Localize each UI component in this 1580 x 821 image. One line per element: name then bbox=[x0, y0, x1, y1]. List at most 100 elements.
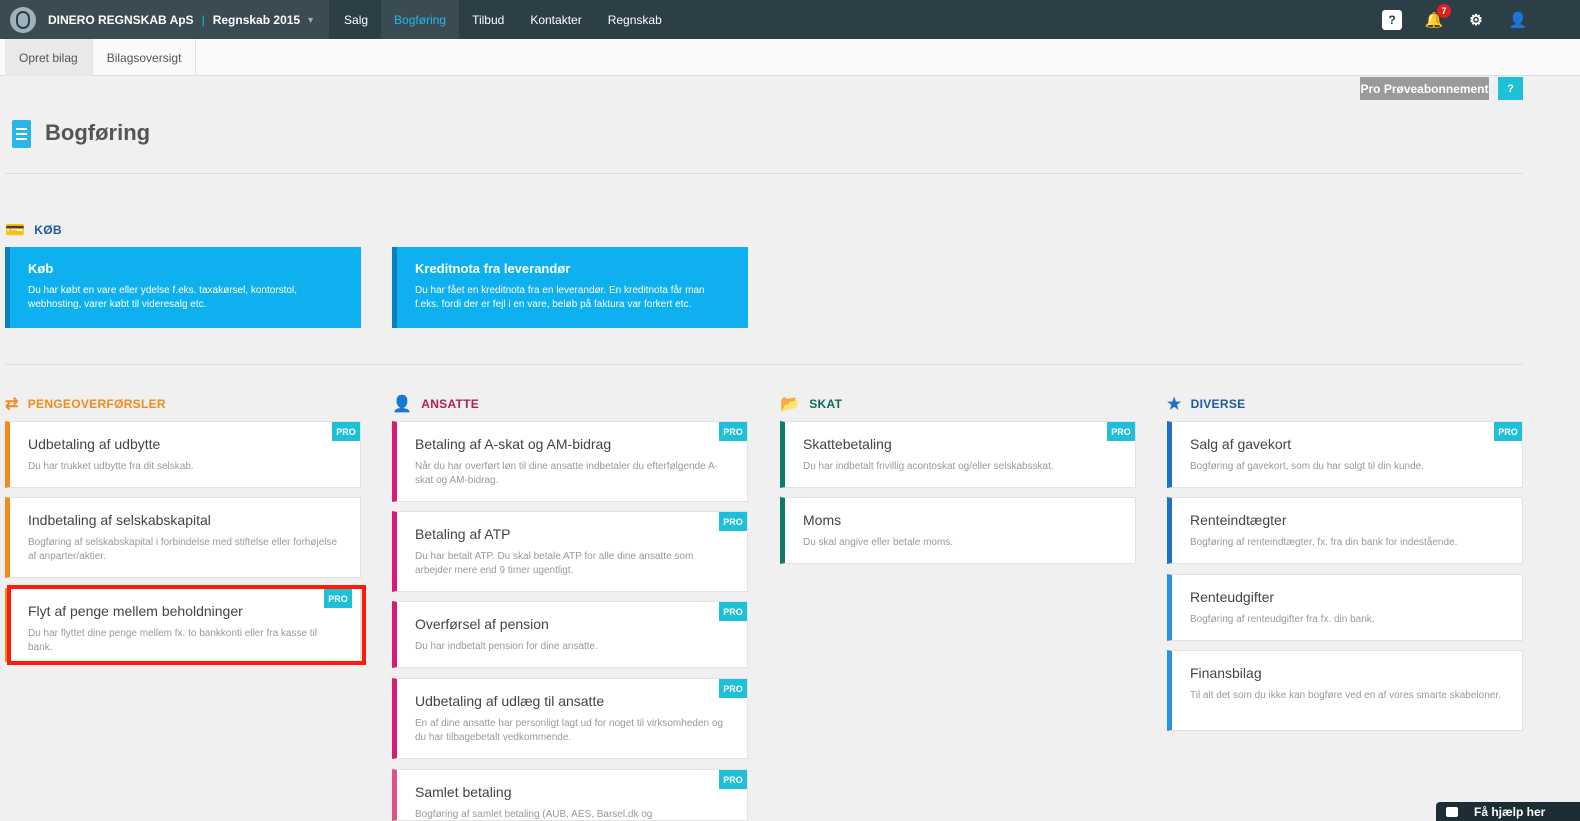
top-navigation-bar: DINERO REGNSKAB ApS | Regnskab 2015 ▼ Sa… bbox=[0, 0, 1580, 39]
card-description: Bogføring af samlet betaling (AUB, AES, … bbox=[415, 809, 653, 820]
credit-card-icon: 💳 bbox=[5, 222, 26, 239]
card-description: Du har flyttet dine penge mellem fx. to … bbox=[28, 628, 318, 653]
sub-navigation: Opret bilag Bilagsoversigt bbox=[0, 39, 1580, 76]
user-account-icon[interactable]: 👤 bbox=[1508, 10, 1528, 30]
card-title: Skattebetaling bbox=[803, 436, 892, 452]
card-description: Til alt det som du ikke kan bogføre ved … bbox=[1190, 690, 1501, 701]
divider bbox=[5, 364, 1523, 365]
pro-badge: PRO bbox=[324, 589, 352, 608]
card-kob[interactable]: Køb Du har købt en vare eller ydelse f.e… bbox=[5, 247, 361, 328]
card-description: Du har fået en kreditnota fra en leveran… bbox=[415, 285, 705, 310]
card-description: Bogføring af renteudgifter fra fx. din b… bbox=[1190, 614, 1375, 625]
card-udlaeg[interactable]: PRO Udbetaling af udlæg til ansatte En a… bbox=[392, 678, 748, 759]
card-skattebetaling[interactable]: PRO Skattebetaling Du har indbetalt friv… bbox=[780, 421, 1136, 488]
card-title: Indbetaling af selskabskapital bbox=[28, 512, 211, 528]
page-header: Bogføring bbox=[9, 118, 150, 148]
pro-badge: PRO bbox=[719, 422, 747, 441]
card-kreditnota[interactable]: Kreditnota fra leverandør Du har fået en… bbox=[392, 247, 748, 328]
pro-badge: PRO bbox=[1107, 422, 1135, 441]
card-title: Renteudgifter bbox=[1190, 589, 1275, 605]
card-flyt-af-penge[interactable]: PRO Flyt af penge mellem beholdninger Du… bbox=[5, 588, 361, 662]
section-skat-header: 📂 SKAT bbox=[780, 394, 842, 414]
card-a-skat[interactable]: PRO Betaling af A-skat og AM-bidrag Når … bbox=[392, 421, 748, 502]
card-title: Samlet betaling bbox=[415, 784, 512, 800]
company-name: DINERO REGNSKAB ApS bbox=[48, 12, 194, 27]
card-moms[interactable]: Moms Du skal angive eller betale moms. bbox=[780, 497, 1136, 564]
main-nav: Salg Bogføring Tilbud Kontakter Regnskab bbox=[331, 0, 675, 39]
bell-icon[interactable]: 🔔 7 bbox=[1424, 3, 1451, 30]
card-description: Bogføring af gavekort, som du har solgt … bbox=[1190, 461, 1425, 472]
chat-bubble-icon bbox=[1446, 806, 1458, 817]
pro-badge: PRO bbox=[719, 602, 747, 621]
exchange-arrows-icon: ⇄ bbox=[5, 396, 19, 413]
card-title: Flyt af penge mellem beholdninger bbox=[28, 603, 243, 619]
card-title: Udbetaling af udbytte bbox=[28, 436, 161, 452]
card-indbetaling-selskabskapital[interactable]: Indbetaling af selskabskapital Bogføring… bbox=[5, 497, 361, 578]
card-description: Bogføring af selskabskapital i forbindel… bbox=[28, 537, 338, 562]
section-title: ANSATTE bbox=[421, 397, 480, 411]
card-renteindtaegter[interactable]: Renteindtægter Bogføring af renteindtægt… bbox=[1167, 497, 1523, 564]
document-icon bbox=[9, 118, 31, 148]
card-description: Du har købt en vare eller ydelse f.eks. … bbox=[28, 285, 297, 310]
pro-badge: PRO bbox=[719, 512, 747, 531]
pro-trial-button[interactable]: Pro Prøveabonnement bbox=[1360, 77, 1489, 100]
folder-open-icon: 📂 bbox=[780, 396, 801, 413]
nav-tilbud[interactable]: Tilbud bbox=[459, 0, 517, 39]
pro-badge: PRO bbox=[332, 422, 360, 441]
help-chat-button[interactable]: Få hjælp her bbox=[1436, 802, 1580, 821]
dinero-logo-icon bbox=[10, 6, 36, 33]
nav-regnskab[interactable]: Regnskab bbox=[595, 0, 675, 39]
page-title: Bogføring bbox=[45, 120, 151, 145]
section-title: PENGEOVERFØRSLER bbox=[27, 397, 166, 411]
tab-bilagsoversigt[interactable]: Bilagsoversigt bbox=[93, 39, 197, 76]
card-description: Bogføring af renteindtægter, fx. fra din… bbox=[1190, 537, 1458, 548]
help-icon[interactable]: ? bbox=[1382, 9, 1402, 30]
pro-badge: PRO bbox=[1494, 422, 1522, 441]
card-samlet-betaling[interactable]: PRO Samlet betaling Bogføring af samlet … bbox=[392, 769, 748, 821]
notification-badge: 7 bbox=[1437, 3, 1451, 18]
top-icons: ? 🔔 7 ⚙ 👤 bbox=[1360, 0, 1528, 39]
section-kob-header: 💳 KØB bbox=[5, 220, 62, 240]
card-udbetaling-udbytte[interactable]: PRO Udbetaling af udbytte Du har trukket… bbox=[5, 421, 361, 488]
card-pension[interactable]: PRO Overførsel af pension Du har indbeta… bbox=[392, 601, 748, 668]
card-title: Køb bbox=[28, 261, 54, 276]
section-title: DIVERSE bbox=[1190, 397, 1246, 411]
card-title: Betaling af A-skat og AM-bidrag bbox=[415, 436, 612, 452]
nav-salg[interactable]: Salg bbox=[331, 0, 381, 39]
chevron-down-icon: ▼ bbox=[306, 14, 316, 25]
card-description: En af dine ansatte har personligt lagt u… bbox=[415, 718, 723, 743]
card-description: Du har indbetalt pension for dine ansatt… bbox=[415, 641, 598, 652]
user-icon: 👤 bbox=[392, 396, 413, 413]
pro-badge: PRO bbox=[719, 679, 747, 698]
company-switcher[interactable]: DINERO REGNSKAB ApS | Regnskab 2015 ▼ bbox=[0, 0, 330, 39]
card-title: Udbetaling af udlæg til ansatte bbox=[415, 693, 605, 709]
card-title: Betaling af ATP bbox=[415, 526, 511, 542]
card-title: Overførsel af pension bbox=[415, 616, 549, 632]
help-chat-label: Få hjælp her bbox=[1474, 804, 1546, 819]
card-description: Du har indbetalt frivillig acontoskat og… bbox=[803, 461, 1054, 472]
nav-bogforing[interactable]: Bogføring bbox=[381, 0, 460, 39]
card-title: Salg af gavekort bbox=[1190, 436, 1292, 452]
card-title: Moms bbox=[803, 512, 842, 528]
divider bbox=[5, 173, 1523, 174]
section-penge-header: ⇄ PENGEOVERFØRSLER bbox=[5, 394, 166, 414]
card-title: Renteindtægter bbox=[1190, 512, 1287, 528]
card-description: Du har betalt ATP. Du skal betale ATP fo… bbox=[415, 551, 694, 576]
pro-badge: PRO bbox=[719, 770, 747, 789]
card-description: Du har trukket udbytte fra dit selskab. bbox=[28, 461, 194, 472]
tab-opret-bilag[interactable]: Opret bilag bbox=[5, 39, 93, 76]
section-title: KØB bbox=[34, 223, 62, 237]
card-title: Kreditnota fra leverandør bbox=[415, 261, 571, 276]
card-atp[interactable]: PRO Betaling af ATP Du har betalt ATP. D… bbox=[392, 511, 748, 592]
card-title: Finansbilag bbox=[1190, 665, 1262, 681]
gear-icon[interactable]: ⚙ bbox=[1466, 10, 1486, 30]
page-help-button[interactable]: ? bbox=[1498, 77, 1523, 100]
card-description: Du skal angive eller betale moms. bbox=[803, 537, 954, 548]
card-finansbilag[interactable]: Finansbilag Til alt det som du ikke kan … bbox=[1167, 650, 1523, 731]
nav-kontakter[interactable]: Kontakter bbox=[517, 0, 594, 39]
card-gavekort[interactable]: PRO Salg af gavekort Bogføring af gaveko… bbox=[1167, 421, 1523, 488]
section-title: SKAT bbox=[809, 397, 843, 411]
card-renteudgifter[interactable]: Renteudgifter Bogføring af renteudgifter… bbox=[1167, 574, 1523, 641]
section-diverse-header: ★ DIVERSE bbox=[1167, 394, 1245, 414]
fiscal-year: Regnskab 2015 bbox=[212, 12, 301, 27]
